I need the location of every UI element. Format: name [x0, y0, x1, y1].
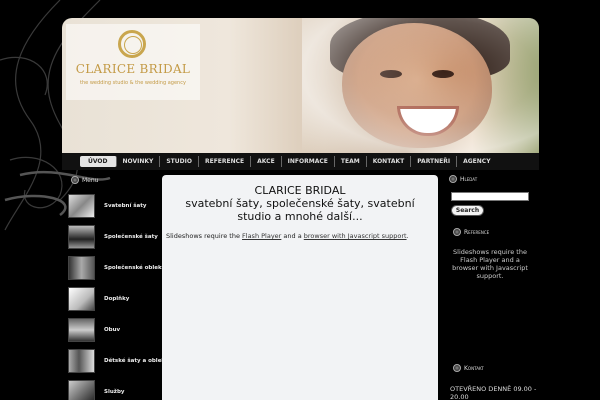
sidebar-item-label: Společenské šaty [104, 233, 158, 240]
slideshow-text-mid: and a [281, 232, 304, 240]
logo-title: CLARICE BRIDAL [75, 62, 191, 76]
page-title-line2: svatební šaty, společenské šaty, svatebn… [185, 197, 415, 223]
bullet-icon [453, 364, 461, 372]
nav-item-novinky[interactable]: NOVINKY [117, 156, 161, 167]
sidebar-menu: Svatební šaty Společenské šaty Společens… [68, 190, 169, 400]
sidebar-item-label: Společenské obleky [104, 264, 166, 271]
nav-item-studio[interactable]: STUDIO [160, 156, 199, 167]
sidebar-item-label: Dětské šaty a obleky [104, 357, 169, 364]
bullet-icon [453, 228, 461, 236]
menu-heading: Menu [71, 176, 98, 184]
search-button[interactable]: Search [451, 205, 484, 216]
nav-item-kontakt[interactable]: KONTAKT [367, 156, 412, 167]
sidebar-item-label: Obuv [104, 326, 121, 333]
services-thumbnail [68, 379, 95, 400]
ring-logo-icon [118, 30, 146, 58]
kids-thumbnail [68, 348, 95, 373]
search-heading-label: Hledat [460, 175, 478, 183]
sidebar-item-label: Doplňky [104, 295, 130, 302]
javascript-browser-link[interactable]: browser with Javascript support [304, 232, 407, 240]
logo-subtitle: the wedding studio & the wedding agency [80, 80, 186, 86]
wedding-dress-thumbnail [68, 193, 95, 218]
sidebar-item-spolecenske-saty[interactable]: Společenské šaty [68, 221, 160, 252]
menu-heading-label: Menu [82, 176, 99, 184]
shoes-thumbnail [68, 317, 95, 342]
site-logo[interactable]: CLARICE BRIDAL the wedding studio & the … [66, 24, 200, 100]
sidebar-item-spolecenske-obleky[interactable]: Společenské obleky [68, 252, 165, 283]
opening-hours: OTEVŘENO DENNĚ 09.00 - 20.00 [450, 385, 537, 400]
kontakt-heading: Kontakt [453, 364, 484, 372]
accessories-thumbnail [68, 286, 95, 311]
evening-dress-thumbnail [68, 224, 95, 249]
kontakt-heading-label: Kontakt [464, 364, 484, 372]
nav-item-reference[interactable]: REFERENCE [199, 156, 252, 167]
reference-heading-label: Reference [464, 228, 490, 236]
reference-heading: Reference [453, 228, 489, 236]
main-nav: ÚVOD NOVINKY STUDIO REFERENCE AKCE INFOR… [62, 153, 539, 170]
sidebar-item-svatebni-saty[interactable]: Svatební šaty [68, 190, 160, 221]
suits-thumbnail [68, 255, 95, 280]
search-heading: Hledat [449, 175, 533, 183]
nav-item-informace[interactable]: INFORMACE [282, 156, 335, 167]
slideshow-text-suffix: . [406, 232, 409, 240]
nav-item-partneri[interactable]: PARTNEŘI [411, 156, 458, 167]
sidebar-item-detske[interactable]: Dětské šaty a obleky [68, 345, 169, 376]
bullet-icon [449, 175, 457, 183]
sidebar-item-doplnky[interactable]: Doplňky [68, 283, 160, 314]
sidebar-item-sluzby[interactable]: Služby [68, 376, 160, 400]
search-input[interactable] [451, 192, 529, 201]
banner-veil [302, 18, 539, 153]
page-title-line1: CLARICE BRIDAL [254, 184, 346, 197]
slideshow-text-prefix: Slideshows require the [166, 232, 243, 240]
reference-slideshow-notice: Slideshows require the Flash Player and … [452, 248, 528, 280]
nav-item-uvod[interactable]: ÚVOD [80, 156, 117, 167]
flash-player-link[interactable]: Flash Player [242, 232, 281, 240]
nav-item-agency[interactable]: AGENCY [457, 156, 496, 167]
main-content: CLARICE BRIDAL svatební šaty, společensk… [162, 175, 438, 400]
sidebar-item-obuv[interactable]: Obuv [68, 314, 160, 345]
page-title: CLARICE BRIDAL svatební šaty, společensk… [162, 184, 438, 223]
nav-item-akce[interactable]: AKCE [251, 156, 282, 167]
sidebar-item-label: Služby [104, 388, 125, 395]
sidebar-item-label: Svatební šaty [104, 202, 147, 209]
slideshow-notice: Slideshows require the Flash Player and … [166, 232, 438, 240]
nav-item-team[interactable]: TEAM [335, 156, 367, 167]
bullet-icon [71, 176, 79, 184]
